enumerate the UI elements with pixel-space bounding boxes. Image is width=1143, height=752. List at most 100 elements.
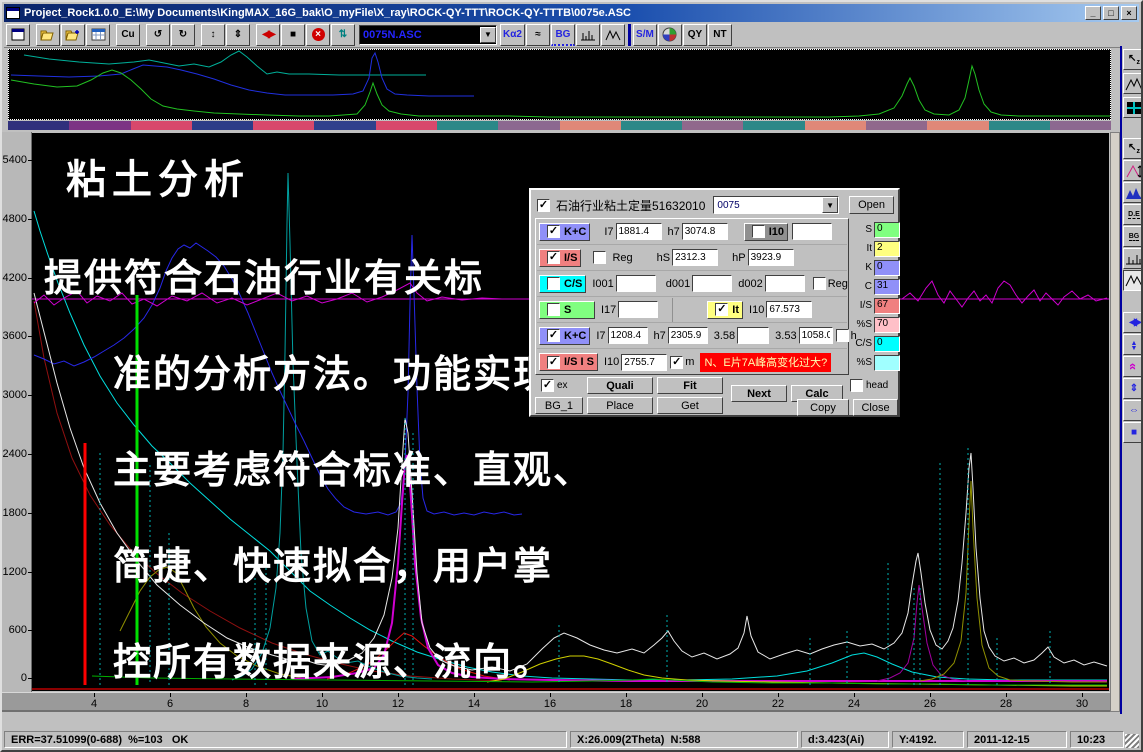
- d353-input[interactable]: [799, 327, 833, 344]
- cancel-button[interactable]: ×: [306, 24, 330, 46]
- quali-button[interactable]: Quali: [587, 377, 653, 394]
- kc2-checkbox[interactable]: [547, 329, 560, 342]
- close-dialog-button[interactable]: Close: [853, 399, 898, 416]
- chevron-down-icon[interactable]: ▼: [822, 197, 838, 213]
- hs-input[interactable]: [672, 249, 718, 266]
- clay-quantification-dialog[interactable]: 石油行业粘土定量51632010 0075 ▼ Open K+C I7 h7 I…: [529, 188, 900, 417]
- chevron-down-icon[interactable]: ▼: [480, 27, 496, 43]
- cs-chip[interactable]: C/S: [539, 275, 586, 293]
- maximize-button[interactable]: □: [1103, 6, 1119, 20]
- scale-vertical-button[interactable]: ⇕: [1123, 378, 1143, 399]
- nt-mode-button[interactable]: NT: [708, 24, 732, 46]
- copy-button[interactable]: Copy: [797, 399, 849, 416]
- it-checkbox[interactable]: [715, 303, 728, 316]
- collapse-vertical-button[interactable]: ⇕: [226, 24, 250, 46]
- hp-input[interactable]: [748, 249, 794, 266]
- h7b-input[interactable]: [668, 327, 708, 344]
- cu-anode-button[interactable]: Cu: [116, 24, 140, 46]
- cs-checkbox[interactable]: [547, 277, 560, 290]
- full-view-button[interactable]: ■: [1123, 422, 1143, 443]
- i10-chip[interactable]: I10: [744, 223, 788, 241]
- close-button[interactable]: ×: [1121, 6, 1137, 20]
- grid-view-button[interactable]: [1123, 97, 1143, 118]
- refresh-button[interactable]: ⇅: [331, 24, 355, 46]
- minimize-button[interactable]: _: [1085, 6, 1101, 20]
- peak-bars-button[interactable]: [576, 24, 600, 46]
- get-button[interactable]: Get: [657, 397, 723, 414]
- reg-checkbox[interactable]: [593, 251, 606, 264]
- ka2-strip-button[interactable]: Kα2: [500, 24, 525, 46]
- pan-horizontal-button[interactable]: ◀▶: [1123, 312, 1143, 333]
- i10-checkbox[interactable]: [752, 225, 765, 238]
- open-file-button[interactable]: [36, 24, 60, 46]
- data-table-button[interactable]: [86, 24, 110, 46]
- bg-subtract-button[interactable]: BG: [1123, 226, 1143, 247]
- zoom-cursor-button-2[interactable]: ↖z: [1123, 138, 1143, 159]
- phase-color-band[interactable]: [8, 121, 1111, 130]
- rotate-left-button[interactable]: ↺: [146, 24, 170, 46]
- i001-input[interactable]: [616, 275, 656, 292]
- it-chip[interactable]: It: [707, 301, 743, 319]
- isis-checkbox[interactable]: [547, 356, 560, 369]
- i10-input[interactable]: [792, 223, 832, 240]
- titlebar[interactable]: Project_Rock1.0.0_E:\My Documents\KingMA…: [4, 4, 1139, 22]
- double-peak-button[interactable]: [601, 24, 625, 46]
- place-button[interactable]: Place: [587, 397, 653, 414]
- y-tick-label: 0: [21, 672, 27, 684]
- peak-bars-side-button[interactable]: [1123, 248, 1143, 269]
- band-segment: [8, 121, 69, 130]
- is-checkbox[interactable]: [547, 251, 560, 264]
- overview-plot[interactable]: [8, 49, 1111, 120]
- rotate-right-button[interactable]: ↻: [171, 24, 195, 46]
- de-button[interactable]: D.E: [1123, 204, 1143, 225]
- h-checkbox[interactable]: [836, 329, 849, 342]
- m-checkbox[interactable]: [670, 356, 683, 369]
- percent-mass-button[interactable]: S/M: [633, 24, 657, 46]
- open-button[interactable]: Open: [849, 196, 894, 214]
- i7-input[interactable]: [616, 223, 662, 240]
- ex-checkbox[interactable]: [541, 379, 554, 392]
- bg1-button[interactable]: BG_1: [535, 397, 583, 414]
- kc2-chip[interactable]: K+C: [539, 327, 590, 345]
- zoom-cursor-button[interactable]: ↖z: [1123, 49, 1143, 70]
- next-button[interactable]: Next: [731, 385, 787, 402]
- kc-chip[interactable]: K+C: [539, 223, 590, 241]
- scale-horizontal-button[interactable]: ⇔: [1123, 400, 1143, 421]
- d002-input[interactable]: [765, 275, 805, 292]
- file-combobox[interactable]: 0075N.ASC ▼: [359, 25, 497, 45]
- i7b-input[interactable]: [608, 327, 648, 344]
- peak-height-button[interactable]: [1123, 160, 1143, 181]
- filled-peaks-button[interactable]: [1123, 182, 1143, 203]
- expand-vertical-button[interactable]: ↕: [201, 24, 225, 46]
- i10c-input[interactable]: [621, 354, 667, 371]
- dialog-enable-checkbox[interactable]: [537, 199, 550, 212]
- smooth-wave-button[interactable]: ≈: [526, 24, 550, 46]
- form-icon[interactable]: [6, 24, 30, 46]
- h7-input[interactable]: [682, 223, 728, 240]
- kc-checkbox[interactable]: [547, 225, 560, 238]
- sample-combobox[interactable]: 0075 ▼: [713, 196, 839, 214]
- background-button[interactable]: BG: [551, 24, 575, 46]
- qy-mode-button[interactable]: QY: [683, 24, 707, 46]
- stop-button[interactable]: ■: [281, 24, 305, 46]
- s-chip[interactable]: S: [539, 301, 595, 319]
- open-add-file-button[interactable]: [61, 24, 85, 46]
- fit-button[interactable]: Fit: [657, 377, 723, 394]
- s-checkbox[interactable]: [547, 303, 560, 316]
- d358-input[interactable]: [737, 327, 769, 344]
- fit-peaks-button[interactable]: [1123, 270, 1143, 291]
- zoom-in-y-button[interactable]: «: [1123, 356, 1143, 377]
- pan-vertical-button[interactable]: ▲▼: [1123, 334, 1143, 355]
- is-chip[interactable]: I/S: [539, 249, 581, 267]
- vertical-scrollbar[interactable]: [1110, 132, 1120, 712]
- isis-chip[interactable]: I/S I S: [539, 353, 598, 371]
- i17-input[interactable]: [618, 301, 658, 318]
- reg2-checkbox[interactable]: [813, 277, 826, 290]
- peak-view-button[interactable]: [1123, 73, 1143, 94]
- head-checkbox[interactable]: [850, 379, 863, 392]
- horizontal-arrows-button[interactable]: ◀▶: [256, 24, 280, 46]
- i10b-input[interactable]: [766, 301, 812, 318]
- color-wheel-button[interactable]: [658, 24, 682, 46]
- d001-input[interactable]: [692, 275, 732, 292]
- resize-grip[interactable]: [1125, 734, 1139, 748]
